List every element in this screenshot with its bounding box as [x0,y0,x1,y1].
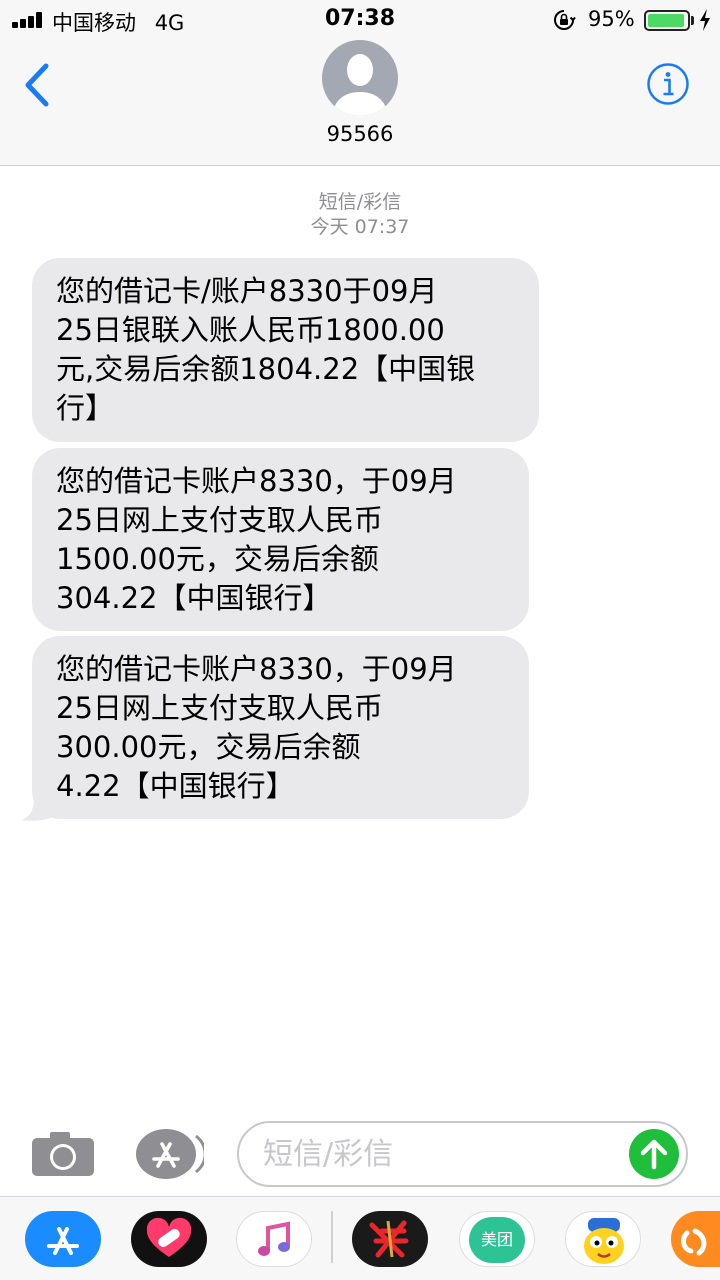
game-calligraphy-icon[interactable] [352,1211,428,1267]
send-button[interactable] [629,1129,679,1179]
heart-glyph [146,1217,192,1257]
message-bubble[interactable]: 您的借记卡账户8330，于09月 25日网上支付支取人民币 1500.00元，交… [32,448,529,631]
cartoon-character-icon[interactable] [565,1211,641,1267]
message-timestamp: 今天 07:37 [310,216,410,238]
battery-tip [691,16,694,25]
game-glyph [369,1220,409,1258]
battery-level [648,14,685,27]
message-bubble[interactable]: 您的借记卡账户8330，于09月 25日网上支付支取人民币 300.00元，交易… [32,636,529,819]
heart-bandage-icon[interactable] [131,1211,207,1267]
contact-name[interactable]: 95566 [0,122,720,146]
meituan-icon[interactable]: 美团 [459,1211,535,1267]
contact-avatar[interactable] [322,40,398,116]
conversation-meta: 短信/彩信 今天 07:37 [0,190,720,240]
appstore-glyph [47,1227,79,1255]
music-glyph [258,1221,290,1256]
charging-bolt-icon [700,9,710,31]
music-note-icon[interactable] [236,1211,312,1267]
arrow-up-icon [640,1139,668,1170]
camera-button[interactable] [30,1130,96,1178]
service-label: 短信/彩信 [318,191,402,213]
bubble-tail [22,790,58,821]
uc-glyph [681,1228,707,1256]
back-button[interactable] [20,60,56,110]
battery-percent: 95% [588,7,635,31]
meituan-label: 美团 [469,1217,525,1263]
battery-icon [644,10,690,31]
appstore-button[interactable] [134,1126,204,1182]
message-input[interactable] [237,1121,688,1187]
info-button[interactable] [646,62,690,106]
person-silhouette-icon [332,54,388,116]
conversation-header: 95566 [0,40,720,166]
message-bubble[interactable]: 您的借记卡/账户8330于09月 25日银联入账人民币1800.00 元,交易后… [32,258,539,442]
uc-browser-icon[interactable] [671,1211,720,1267]
cartoon-glyph [584,1218,624,1264]
status-bar: 中国移动 4G 07:38 95% [0,0,720,40]
rotation-lock-icon [554,10,576,30]
app-drawer: 美团 [0,1196,720,1280]
appstore-icon[interactable] [25,1211,101,1267]
drawer-divider [331,1211,333,1263]
